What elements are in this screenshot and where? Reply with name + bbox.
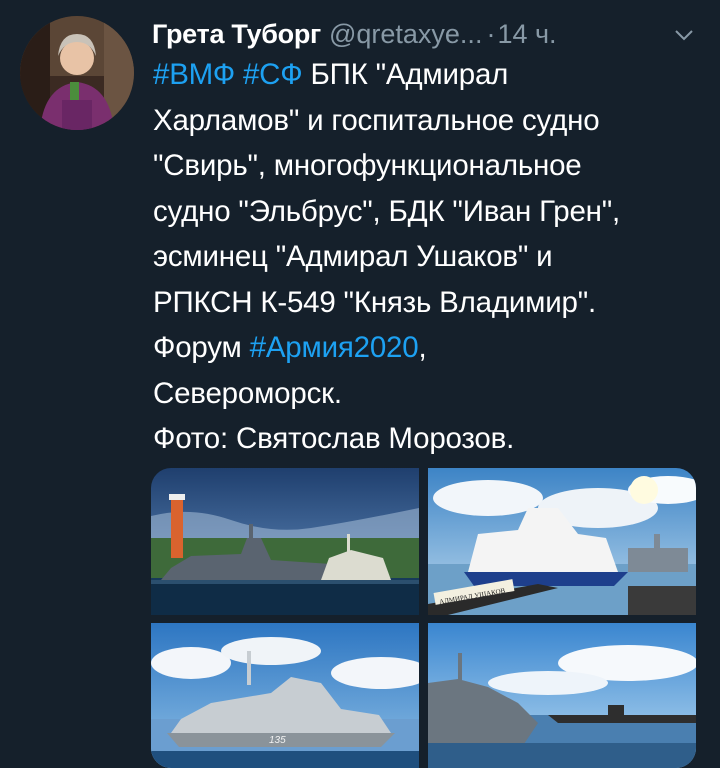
tweet-text-segment: судно "Эльбрус", БДК "Иван Грен", <box>153 194 621 228</box>
tweet-text-segment <box>235 58 243 91</box>
photo-1[interactable] <box>151 468 419 615</box>
tweet-line: РПКСН К-549 "Князь Владимир". <box>153 280 713 326</box>
tweet-text-segment: , <box>418 331 427 364</box>
tweet-text-segment: Харламов" и госпитальное судно <box>153 103 600 137</box>
tweet-text-segment: "Свирь", многофункциональное <box>153 149 582 182</box>
tweet-line: "Свирь", многофункциональное <box>153 143 713 189</box>
tweet-text-segment: эсминец "Адмирал Ушаков" и <box>153 240 553 273</box>
hashtag-link[interactable]: #ВМФ <box>153 58 235 91</box>
chevron-down-icon[interactable] <box>672 23 696 47</box>
photo-3-hull: 135 <box>269 735 286 746</box>
tweet-line: Форум #Армия2020, <box>153 325 713 371</box>
tweet-header: Грета Туборг @qretaxye... · 14 ч. <box>152 14 710 54</box>
photo-4[interactable] <box>428 623 696 768</box>
tweet-line: Фото: Святослав Морозов. <box>153 416 713 462</box>
author-avatar[interactable] <box>20 16 134 130</box>
tweet-line: эсминец "Адмирал Ушаков" и <box>153 234 713 280</box>
author-handle[interactable]: @qretaxye... <box>329 19 482 50</box>
photo-3[interactable]: 135 <box>151 623 419 768</box>
timestamp[interactable]: 14 ч. <box>497 19 556 50</box>
tweet-text-segment: БПК "Адмирал <box>302 58 509 91</box>
tweet-body: #ВМФ #СФ БПК "Адмирал Харламов" и госпита… <box>153 52 713 462</box>
tweet-text-segment: Фото: Святослав Морозов. <box>153 422 515 455</box>
tweet-line: Харламов" и госпитальное судно <box>153 98 713 144</box>
media-grid: АДМИРАЛ УШАКОВ 135 <box>151 468 696 768</box>
tweet-text-segment: Североморск. <box>153 376 342 410</box>
tweet-line: судно "Эльбрус", БДК "Иван Грен", <box>153 189 713 235</box>
tweet-text-segment: РПКСН К-549 "Князь Владимир". <box>153 285 596 319</box>
hashtag-link[interactable]: #Армия2020 <box>250 331 419 364</box>
tweet-text-segment: Форум <box>153 331 250 364</box>
author-name[interactable]: Грета Туборг <box>152 19 321 50</box>
hashtag-link[interactable]: #СФ <box>243 58 303 91</box>
tweet-line: #ВМФ #СФ БПК "Адмирал <box>153 52 713 98</box>
photo-2[interactable]: АДМИРАЛ УШАКОВ <box>428 468 696 615</box>
tweet-line: Североморск. <box>153 371 713 417</box>
separator-dot: · <box>486 18 496 49</box>
